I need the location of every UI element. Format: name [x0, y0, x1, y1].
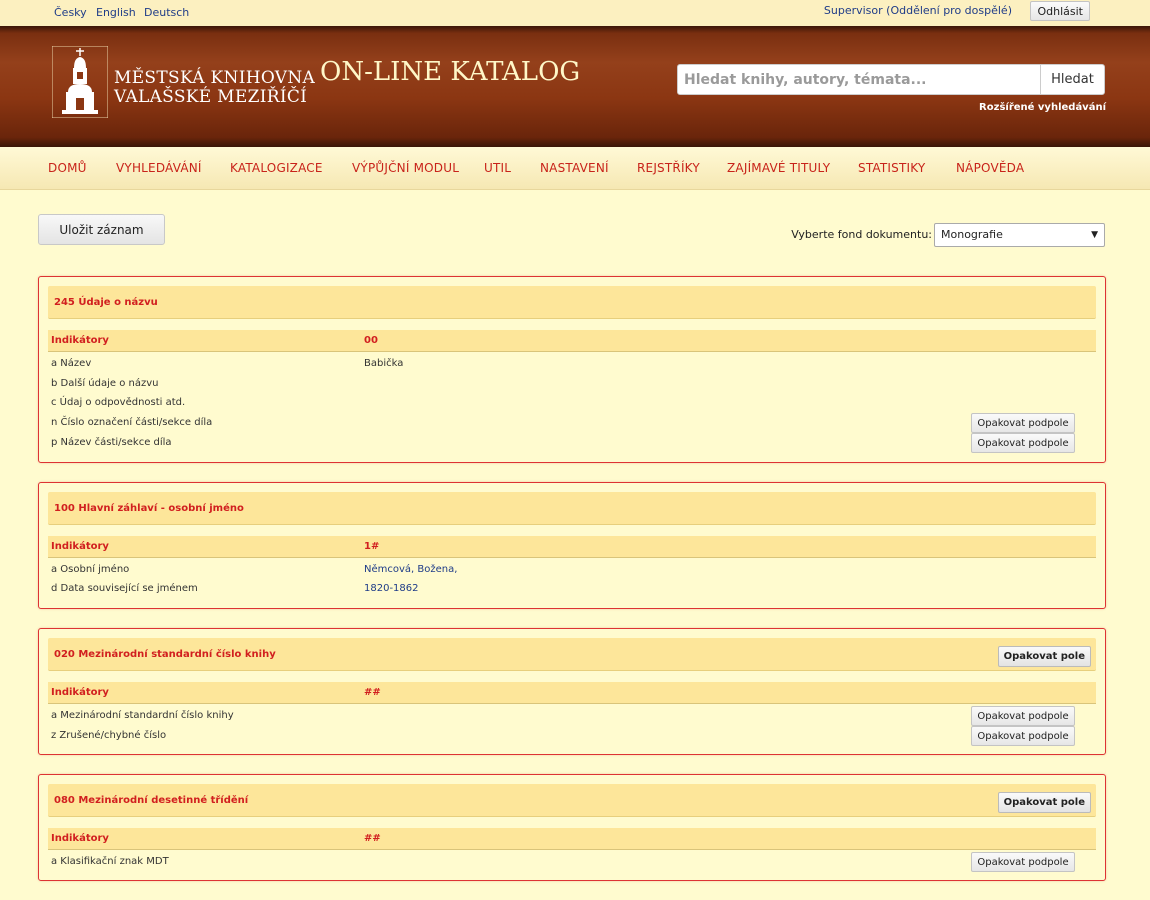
fond-select-value: Monografie — [941, 228, 1003, 241]
logo-text-line1: MĚSTSKÁ KNIHOVNA — [114, 68, 316, 88]
repeat-field-button[interactable]: Opakovat pole — [997, 646, 1091, 667]
field-block-080: 080 Mezinárodní desetinné třídění Opakov… — [38, 774, 1106, 881]
subfield-label: z Zrušené/chybné číslo — [51, 730, 167, 741]
caret-down-icon: ▼ — [1091, 230, 1098, 240]
save-record-button[interactable]: Uložit záznam — [38, 214, 165, 245]
field-title: 080 Mezinárodní desetinné třídění — [54, 795, 249, 806]
indicators-value[interactable]: ## — [364, 833, 381, 844]
field-block-245: 245 Údaje o názvu Indikátory 00 a Název … — [38, 276, 1106, 463]
repeat-subfield-button[interactable]: Opakovat podpole — [971, 413, 1075, 433]
field-header: 100 Hlavní záhlaví - osobní jméno — [48, 492, 1096, 525]
subfield-value[interactable]: Babička — [364, 358, 403, 369]
field-title: 245 Údaje o názvu — [54, 297, 158, 308]
subfield-label: a Název — [51, 358, 92, 369]
subfield-label: a Klasifikační znak MDT — [51, 856, 169, 867]
field-title: 020 Mezinárodní standardní číslo knihy — [54, 649, 276, 660]
library-tower-icon[interactable] — [52, 46, 108, 118]
nav-item-circulation[interactable]: VÝPŮJČNÍ MODUL — [352, 161, 459, 175]
subfield-label: n Číslo označení části/sekce díla — [51, 417, 213, 428]
fond-select-label: Vyberte fond dokumentu: — [791, 228, 932, 241]
site-header: MĚSTSKÁ KNIHOVNA VALAŠSKÉ MEZIŘÍČÍ ON-LI… — [0, 26, 1150, 147]
main-nav: DOMŮ VYHLEDÁVÁNÍ KATALOGIZACE VÝPŮJČNÍ M… — [0, 147, 1150, 190]
subfield-label: c Údaj o odpovědnosti atd. — [51, 397, 186, 408]
language-link-en[interactable]: English — [96, 6, 136, 19]
subfield-label: d Data související se jménem — [51, 583, 198, 594]
field-block-100: 100 Hlavní záhlaví - osobní jméno Indiká… — [38, 482, 1106, 609]
field-header: 020 Mezinárodní standardní číslo knihy O… — [48, 638, 1096, 671]
subfield-label: b Další údaje o názvu — [51, 378, 159, 389]
nav-item-indexes[interactable]: REJSTŘÍKY — [637, 161, 700, 175]
field-header: 080 Mezinárodní desetinné třídění Opakov… — [48, 784, 1096, 817]
indicators-value[interactable]: ## — [364, 687, 381, 698]
nav-item-featured-titles[interactable]: ZAJÍMAVÉ TITULY — [727, 161, 830, 175]
indicators-label: Indikátory — [51, 335, 109, 346]
indicators-row: Indikátory ## — [48, 682, 1096, 704]
field-header: 245 Údaje o názvu — [48, 286, 1096, 319]
indicators-label: Indikátory — [51, 833, 109, 844]
indicators-row: Indikátory 1# — [48, 536, 1096, 558]
repeat-field-button[interactable]: Opakovat pole — [997, 792, 1091, 813]
nav-item-statistics[interactable]: STATISTIKY — [858, 161, 925, 175]
logo-text-line2: VALAŠSKÉ MEZIŘÍČÍ — [114, 87, 308, 107]
language-link-de[interactable]: Deutsch — [144, 6, 189, 19]
indicators-value[interactable]: 1# — [364, 541, 379, 552]
fond-select[interactable]: Monografie ▼ — [934, 223, 1105, 247]
nav-item-util[interactable]: UTIL — [484, 161, 511, 175]
indicators-value[interactable]: 00 — [364, 335, 378, 346]
subfield-label: a Osobní jméno — [51, 564, 130, 575]
repeat-subfield-button[interactable]: Opakovat podpole — [971, 852, 1075, 872]
top-bar: Česky English Deutsch Supervisor (Odděle… — [0, 0, 1150, 26]
nav-item-help[interactable]: NÁPOVĚDA — [956, 161, 1024, 175]
subfield-value[interactable]: 1820-1862 — [364, 583, 419, 594]
search-input[interactable] — [677, 64, 1041, 95]
current-user-label: Supervisor (Oddělení pro dospělé) — [823, 4, 1012, 17]
advanced-search-link[interactable]: Rozšířené vyhledávání — [979, 102, 1106, 113]
indicators-label: Indikátory — [51, 687, 109, 698]
language-link-cs[interactable]: Česky — [54, 6, 87, 19]
subfield-label: p Název části/sekce díla — [51, 437, 172, 448]
indicators-row: Indikátory 00 — [48, 330, 1096, 352]
subfield-label: a Mezinárodní standardní číslo knihy — [51, 710, 234, 721]
repeat-subfield-button[interactable]: Opakovat podpole — [971, 726, 1075, 746]
search-button[interactable]: Hledat — [1040, 64, 1105, 95]
nav-item-search[interactable]: VYHLEDÁVÁNÍ — [116, 161, 202, 175]
page-title: ON-LINE KATALOG — [320, 57, 581, 87]
nav-item-cataloging[interactable]: KATALOGIZACE — [230, 161, 323, 175]
indicators-label: Indikátory — [51, 541, 109, 552]
nav-item-settings[interactable]: NASTAVENÍ — [540, 161, 609, 175]
indicators-row: Indikátory ## — [48, 828, 1096, 850]
repeat-subfield-button[interactable]: Opakovat podpole — [971, 706, 1075, 726]
field-title: 100 Hlavní záhlaví - osobní jméno — [54, 503, 244, 514]
nav-item-home[interactable]: DOMŮ — [48, 161, 87, 175]
repeat-subfield-button[interactable]: Opakovat podpole — [971, 433, 1075, 453]
subfield-value[interactable]: Němcová, Božena, — [364, 564, 457, 575]
field-block-020: 020 Mezinárodní standardní číslo knihy O… — [38, 628, 1106, 755]
logout-button[interactable]: Odhlásit — [1030, 1, 1090, 21]
